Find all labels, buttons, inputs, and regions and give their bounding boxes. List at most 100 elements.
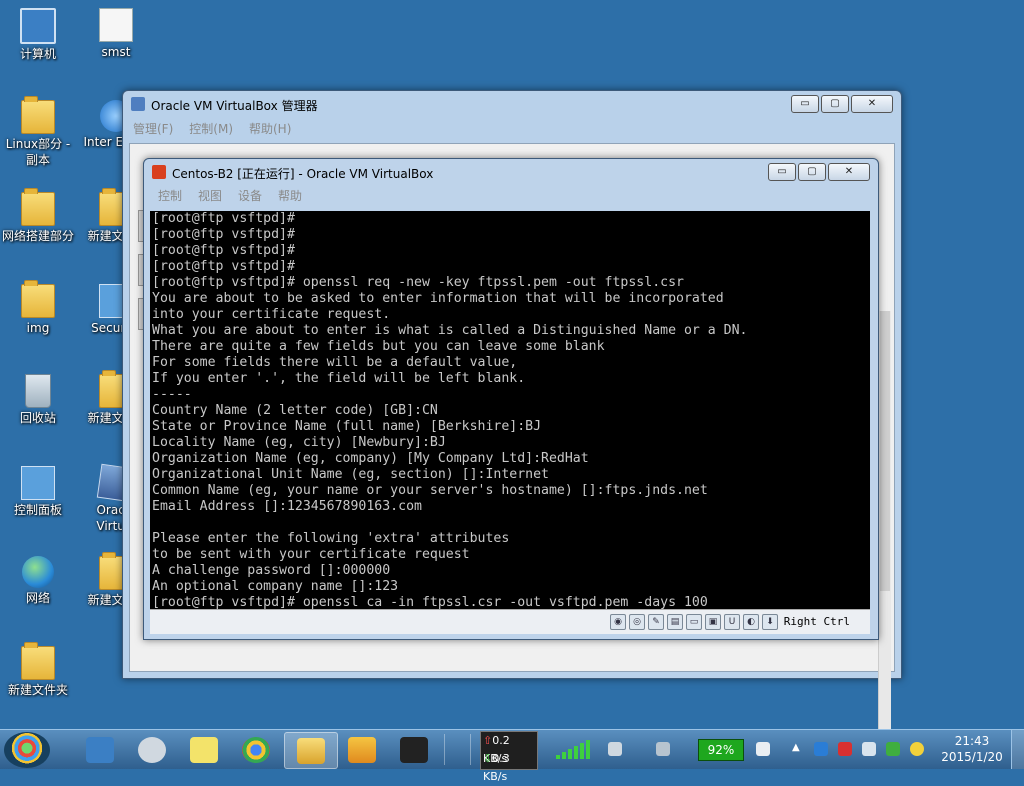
system-clock[interactable]: 21:43 2015/1/20 <box>940 733 1004 765</box>
taskbar-tool[interactable] <box>126 732 178 767</box>
console-line: ----- <box>152 387 192 402</box>
shared-folders-icon[interactable]: ▤ <box>667 614 683 630</box>
show-hidden-icons-icon[interactable]: ▲ <box>792 742 806 756</box>
menu-help[interactable]: 帮助(H) <box>249 120 291 137</box>
desktop-icon-new-folder[interactable]: 新建文件夹 <box>0 642 76 698</box>
keyboard-icon[interactable] <box>656 742 670 756</box>
hard-disk-icon[interactable]: ◉ <box>610 614 626 630</box>
console-line: [root@ftp vsftpd]# openssl ca -in ftpssl… <box>152 595 708 609</box>
desktop-icon-label: 回收站 <box>19 411 56 425</box>
power-plug-icon[interactable] <box>756 742 770 756</box>
centos-vm-icon <box>152 165 166 179</box>
network-speed-widget[interactable]: ⇧0.2 KB/s ⇩0.3 KB/s <box>480 731 538 783</box>
console-line: [root@ftp vsftpd]# <box>152 243 295 258</box>
signal-bar <box>562 752 566 759</box>
folder-icon <box>21 280 55 318</box>
close-button[interactable]: ✕ <box>851 95 893 113</box>
volume-icon[interactable] <box>862 742 876 756</box>
download-arrow-icon: ⇩ <box>483 752 493 765</box>
console-line: Common Name (eg, your name or your serve… <box>152 483 708 498</box>
network-adapter-icon[interactable]: ▭ <box>686 614 702 630</box>
console-line: Organization Name (eg, company) [My Comp… <box>152 451 589 466</box>
menu-manage[interactable]: 管理(F) <box>133 120 173 137</box>
keyboard-capture-icon[interactable]: ⬇ <box>762 614 778 630</box>
vm-title: Centos-B2 [正在运行] - Oracle VM VirtualBox <box>172 167 434 181</box>
desktop-icon-linux-copy[interactable]: Linux部分 - 副本 <box>0 96 76 168</box>
desktop-icon-computer[interactable]: 计算机 <box>0 8 76 62</box>
desktop-icon-smst[interactable]: smst <box>78 8 154 60</box>
menu-help[interactable]: 帮助 <box>278 187 302 204</box>
vm-console[interactable]: [root@ftp vsftpd]# [root@ftp vsftpd]# [r… <box>150 211 870 609</box>
security-shield-icon[interactable] <box>886 742 900 756</box>
desktop-icon-control-panel[interactable]: 控制面板 <box>0 466 76 518</box>
desktop-icon-network[interactable]: 网络 <box>0 556 76 606</box>
console-text: [root@ftp vsftpd]# [root@ftp vsftpd]# [r… <box>150 211 870 609</box>
manager-titlebar[interactable]: Oracle VM VirtualBox 管理器 ▭ ▢ ✕ <box>123 91 901 117</box>
capture-icon[interactable]: ◐ <box>743 614 759 630</box>
console-line: Country Name (2 letter code) [GB]:CN <box>152 403 438 418</box>
display-icon[interactable]: ▣ <box>705 614 721 630</box>
start-button[interactable] <box>4 732 50 768</box>
plus-app-icon[interactable] <box>910 742 924 756</box>
taskbar: ⇧0.2 KB/s ⇩0.3 KB/s 92% ▲ 21:43 2015/1/2… <box>0 729 1024 783</box>
vm-titlebar[interactable]: Centos-B2 [正在运行] - Oracle VM VirtualBox … <box>144 159 878 185</box>
desktop-icon-label: 网络搭建部分 <box>1 229 74 243</box>
menu-view[interactable]: 视图 <box>198 187 222 204</box>
taskbar-notes[interactable] <box>178 732 230 767</box>
desktop-icon-network-setup[interactable]: 网络搭建部分 <box>0 188 76 244</box>
remote-desktop-icon <box>86 736 114 763</box>
device-status-icons: ◉ ◎ ✎ ▤ ▭ ▣ U ◐ ⬇ <box>610 614 778 630</box>
taskbar-remote-desktop[interactable] <box>74 732 126 767</box>
taskbar-separator <box>444 734 445 765</box>
console-line: If you enter '.', the field will be left… <box>152 371 526 386</box>
file-icon <box>99 8 133 42</box>
close-button[interactable]: ✕ <box>828 163 870 181</box>
signal-bar <box>574 746 578 759</box>
recycle-bin-icon <box>25 374 51 408</box>
taskbar-explorer[interactable] <box>284 732 338 769</box>
desktop-icon-img[interactable]: img <box>0 280 76 336</box>
usb-icon[interactable]: ✎ <box>648 614 664 630</box>
host-key-label: Right Ctrl <box>783 615 850 628</box>
desktop-icon-label: 网络 <box>25 591 50 605</box>
menu-control[interactable]: 控制(M) <box>189 120 233 137</box>
minimize-button[interactable]: ▭ <box>791 95 819 113</box>
desktop-icon-recycle-bin[interactable]: 回收站 <box>0 374 76 426</box>
signal-strength-icon[interactable] <box>556 740 590 759</box>
optical-drive-icon[interactable]: ◎ <box>629 614 645 630</box>
scrollbar-thumb[interactable] <box>880 311 890 591</box>
tool-icon <box>138 736 166 763</box>
menu-devices[interactable]: 设备 <box>238 187 262 204</box>
wireless-icon[interactable] <box>608 742 622 756</box>
maximize-button[interactable]: ▢ <box>821 95 849 113</box>
console-line: [root@ftp vsftpd]# <box>152 259 295 274</box>
folder-icon <box>297 737 325 764</box>
control-panel-icon <box>21 466 55 500</box>
console-line: There are quite a few fields but you can… <box>152 339 605 354</box>
browser-icon <box>242 736 270 763</box>
signal-bar <box>580 743 584 759</box>
show-desktop-button[interactable] <box>1011 730 1024 769</box>
console-line: A challenge password []:000000 <box>152 563 391 578</box>
mouse-integration-icon[interactable]: U <box>724 614 740 630</box>
shield-app-icon[interactable] <box>814 742 828 756</box>
taskbar-separator <box>470 734 471 765</box>
taskbar-chrome[interactable] <box>230 732 282 767</box>
computer-icon <box>20 8 56 44</box>
taskbar-virtualbox[interactable] <box>336 732 388 767</box>
vm-window: Centos-B2 [正在运行] - Oracle VM VirtualBox … <box>143 158 879 640</box>
battery-indicator[interactable]: 92% <box>698 739 744 761</box>
minimize-button[interactable]: ▭ <box>768 163 796 181</box>
desktop-icon-label: 控制面板 <box>13 503 62 517</box>
signal-bar <box>556 755 560 759</box>
taskbar-app[interactable] <box>388 732 440 767</box>
flag-icon[interactable] <box>838 742 852 756</box>
manager-scrollbar[interactable] <box>878 311 891 731</box>
network-globe-icon <box>22 556 54 588</box>
console-line: Organizational Unit Name (eg, section) [… <box>152 467 549 482</box>
console-line: into your certificate request. <box>152 307 391 322</box>
desktop-icon-label: Linux部分 - 副本 <box>5 137 71 167</box>
maximize-button[interactable]: ▢ <box>798 163 826 181</box>
menu-machine[interactable]: 控制 <box>158 187 182 204</box>
sticky-notes-icon <box>190 736 218 763</box>
